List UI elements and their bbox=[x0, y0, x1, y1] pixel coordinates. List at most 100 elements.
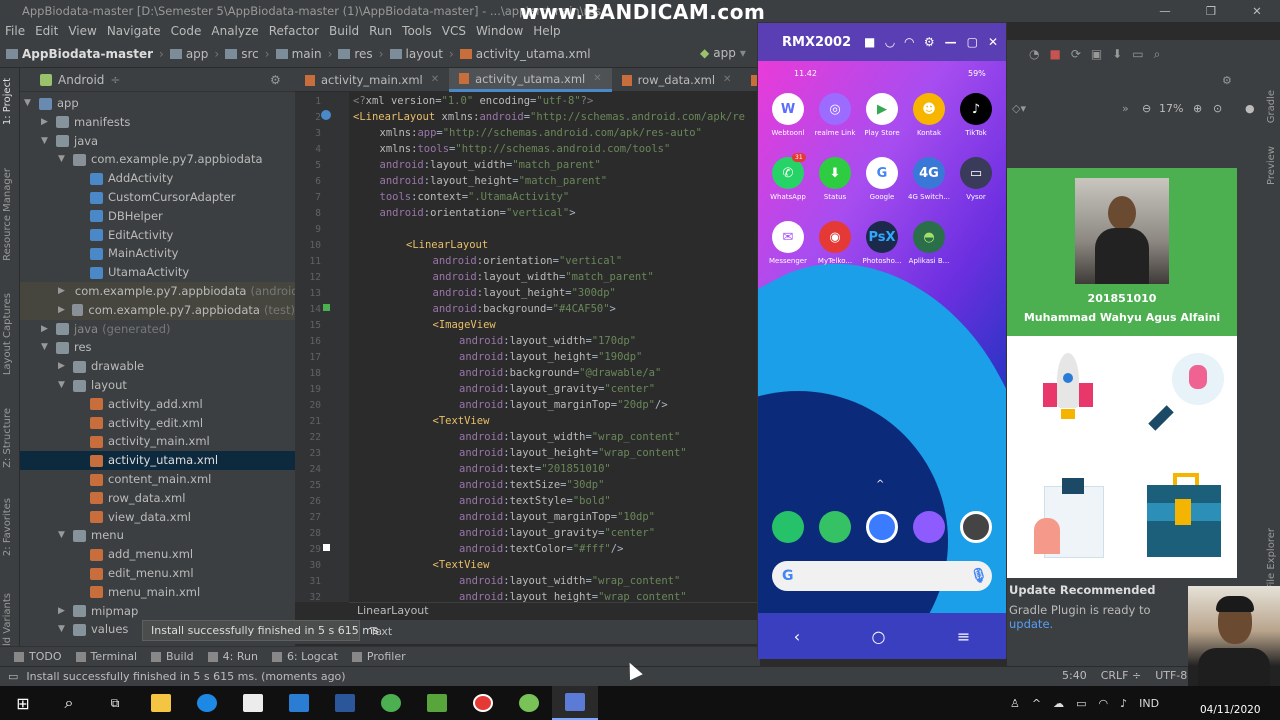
app-icon[interactable]: PsX Photosho... bbox=[856, 221, 908, 265]
app-icon[interactable]: ✆ 31 WhatsApp bbox=[762, 153, 814, 201]
tree-node[interactable]: ▼ menu bbox=[20, 526, 295, 545]
menu-item-refactor[interactable]: Refactor bbox=[264, 24, 324, 38]
phone-screen[interactable]: 11.42 59% W Webtoonl ◎ realme Link ▶ Play Sto… bbox=[758, 61, 1006, 613]
stop-icon[interactable]: ■ bbox=[1049, 47, 1060, 61]
sdk-manager-icon[interactable]: ⬇ bbox=[1112, 47, 1122, 61]
tool-window-button[interactable]: 4: Run bbox=[207, 650, 258, 663]
taskbar-word[interactable] bbox=[322, 686, 368, 720]
taskbar-store[interactable] bbox=[230, 686, 276, 720]
tree-node[interactable]: ▶ manifests bbox=[20, 113, 295, 132]
menu-item-build[interactable]: Build bbox=[324, 24, 364, 38]
tree-node[interactable]: ▼ app bbox=[20, 94, 295, 113]
task-view-button[interactable]: ⧉ bbox=[92, 686, 138, 720]
chevron-right-icon[interactable]: » bbox=[1122, 102, 1129, 115]
chevron-right-icon[interactable]: ▶ bbox=[58, 602, 68, 621]
input-language[interactable]: IND bbox=[1139, 697, 1159, 710]
breadcrumb-item[interactable]: layout bbox=[389, 47, 443, 61]
taskbar-explorer[interactable] bbox=[138, 686, 184, 720]
app-icon[interactable]: ◓ Aplikasi B... bbox=[903, 221, 955, 265]
app-icon[interactable]: ☻ Kontak bbox=[903, 93, 955, 137]
tool-window-button[interactable]: Terminal bbox=[75, 650, 137, 663]
chevron-right-icon[interactable]: ▶ bbox=[58, 301, 67, 320]
menu-item-file[interactable]: File bbox=[0, 24, 30, 38]
menu-item-edit[interactable]: Edit bbox=[30, 24, 63, 38]
taskbar-edge[interactable] bbox=[184, 686, 230, 720]
menu-item-tools[interactable]: Tools bbox=[397, 24, 437, 38]
back-icon[interactable]: ‹ bbox=[794, 627, 800, 646]
chevron-up-icon[interactable]: ^ bbox=[1032, 697, 1041, 710]
mic-icon[interactable]: 🎙 bbox=[970, 568, 988, 584]
editor-breadcrumb[interactable]: LinearLayout bbox=[349, 602, 760, 620]
tree-node[interactable]: ▼ res bbox=[20, 338, 295, 357]
breadcrumb-item[interactable]: AppBiodata-master bbox=[6, 47, 153, 61]
taskbar-date[interactable]: 04/11/2020 bbox=[1200, 704, 1261, 716]
tool-layout-captures-label[interactable]: Layout Captures bbox=[2, 293, 13, 375]
tool-structure-label[interactable]: Z: Structure bbox=[2, 408, 13, 468]
chevron-right-icon[interactable]: ▶ bbox=[41, 113, 51, 132]
tree-node[interactable]: view_data.xml bbox=[20, 508, 295, 527]
home-icon[interactable]: ○ bbox=[872, 627, 886, 646]
tree-node[interactable]: add_menu.xml bbox=[20, 545, 295, 564]
line-separator[interactable]: CRLF ÷ bbox=[1101, 669, 1142, 682]
tree-node[interactable]: ▶ mipmap bbox=[20, 602, 295, 621]
avd-manager-icon[interactable]: ▣ bbox=[1091, 47, 1102, 61]
editor-tab[interactable]: row_data.xml ✕ bbox=[612, 68, 742, 92]
start-button[interactable]: ⊞ bbox=[0, 686, 46, 720]
tool-window-button[interactable]: Profiler bbox=[351, 650, 406, 663]
menu-item-code[interactable]: Code bbox=[166, 24, 207, 38]
caret-position[interactable]: 5:40 bbox=[1062, 669, 1087, 682]
chevron-right-icon[interactable]: ▶ bbox=[58, 282, 65, 301]
tool-window-button[interactable]: Build bbox=[151, 650, 194, 663]
gallery-icon[interactable] bbox=[913, 511, 945, 543]
tree-node[interactable]: content_main.xml bbox=[20, 470, 295, 489]
tool-resource-manager-label[interactable]: Resource Manager bbox=[2, 168, 13, 261]
wifi-icon[interactable]: ◠ bbox=[905, 35, 914, 49]
tree-node[interactable]: CustomCursorAdapter bbox=[20, 188, 295, 207]
tree-node[interactable]: edit_menu.xml bbox=[20, 564, 295, 583]
zoom-fit-icon[interactable]: ⊙ bbox=[1213, 102, 1222, 115]
tree-node[interactable]: activity_main.xml bbox=[20, 432, 295, 451]
menu-item-help[interactable]: Help bbox=[528, 24, 565, 38]
chevron-down-icon[interactable]: ▼ bbox=[41, 132, 51, 151]
tree-node[interactable]: UtamaActivity bbox=[20, 263, 295, 282]
menu-icon[interactable]: ≡ bbox=[957, 627, 970, 646]
device-icon[interactable]: ▭ bbox=[1132, 47, 1143, 61]
close-icon[interactable]: ✕ bbox=[1234, 0, 1280, 22]
app-icon[interactable]: ◉ MyTelko... bbox=[809, 221, 861, 265]
search-button[interactable]: ⌕ bbox=[46, 686, 92, 720]
tree-node[interactable]: DBHelper bbox=[20, 207, 295, 226]
tool-favorites-label[interactable]: 2: Favorites bbox=[2, 498, 13, 556]
tree-node[interactable]: ▶ java (generated) bbox=[20, 320, 295, 339]
chevron-down-icon[interactable]: ▼ bbox=[58, 150, 68, 169]
app-icon[interactable]: 4G 4G Switch... bbox=[903, 157, 955, 201]
maximize-icon[interactable]: ▢ bbox=[967, 35, 978, 49]
camera-icon[interactable]: ■ bbox=[864, 35, 875, 49]
gear-icon[interactable]: ⚙ bbox=[270, 73, 281, 87]
tool-project-label[interactable]: 1: Project bbox=[2, 78, 13, 125]
color-swatch-icon[interactable] bbox=[323, 304, 330, 311]
tree-node[interactable]: ▶ com.example.py7.appbiodata(androidTe bbox=[20, 282, 295, 301]
google-search-bar[interactable]: G 🎙 bbox=[772, 561, 992, 591]
tree-node[interactable]: menu_main.xml bbox=[20, 583, 295, 602]
tree-node[interactable]: activity_utama.xml bbox=[20, 451, 295, 471]
chevron-down-icon[interactable]: ÷ bbox=[110, 73, 120, 87]
project-view-selector[interactable]: Android bbox=[58, 73, 104, 87]
breadcrumb-item[interactable]: res bbox=[338, 47, 373, 61]
profile-icon[interactable]: ◔ bbox=[1029, 47, 1039, 61]
tree-node[interactable]: MainActivity bbox=[20, 244, 295, 263]
chevron-right-icon[interactable]: ▶ bbox=[58, 357, 68, 376]
breadcrumb-item[interactable]: src bbox=[225, 47, 259, 61]
menu-item-window[interactable]: Window bbox=[471, 24, 528, 38]
app-icon[interactable]: ◎ realme Link bbox=[809, 93, 861, 137]
update-link[interactable]: update. bbox=[1009, 617, 1053, 631]
chevron-right-icon[interactable]: ▶ bbox=[41, 320, 51, 339]
tree-node[interactable]: ▼ java bbox=[20, 132, 295, 151]
app-icon[interactable]: ⬇ Status bbox=[809, 157, 861, 201]
tool-preview-label[interactable]: Preview bbox=[1266, 146, 1277, 185]
gutter-marker-icon[interactable] bbox=[321, 110, 331, 120]
tree-node[interactable]: row_data.xml bbox=[20, 489, 295, 508]
layout-preview[interactable]: 201851010 Muhammad Wahyu Agus Alfaini bbox=[1007, 168, 1237, 578]
battery-icon[interactable]: ▭ bbox=[1076, 697, 1086, 710]
gear-icon[interactable]: ⚙ bbox=[1222, 74, 1232, 87]
volume-icon[interactable]: ♪ bbox=[1120, 697, 1127, 710]
